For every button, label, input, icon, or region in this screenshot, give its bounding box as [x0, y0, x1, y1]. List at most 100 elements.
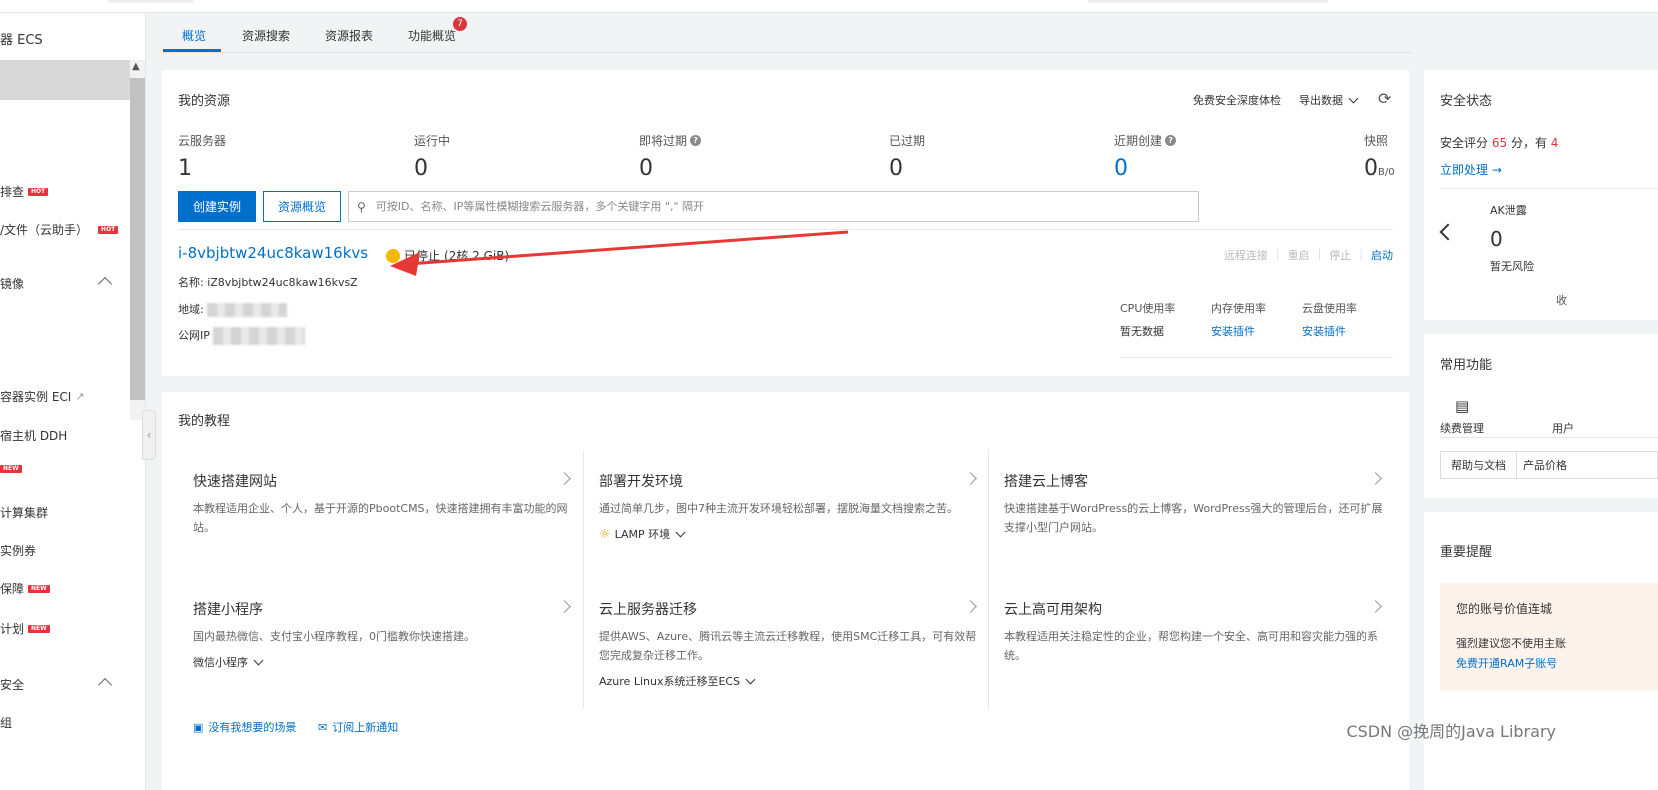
snapshot-stat[interactable]: 0B/0 — [1364, 156, 1395, 181]
chevron-up-icon — [97, 677, 113, 693]
tutorial-desc: 国内最热微信、支付宝小程序教程，0门槛教你快速搭建。 — [193, 630, 475, 643]
metric-value: 暂无数据 — [1120, 325, 1164, 338]
new-badge: NEW — [28, 624, 50, 633]
sidebar-title: 器 ECS — [0, 33, 43, 48]
stat-value[interactable]: 0 — [414, 156, 428, 181]
security-score-row: 安全评分 65 分，有 4 — [1440, 134, 1558, 151]
hot-badge: HOT — [28, 187, 49, 196]
sidebar-group-images[interactable]: 镜像 — [0, 275, 145, 292]
status-text: 已停止 — [404, 249, 441, 263]
resource-overview-button[interactable]: 资源概览 — [263, 191, 341, 222]
create-instance-button[interactable]: 创建实例 — [178, 191, 256, 222]
tutorial-sub-dropdown[interactable]: ☼ LAMP 环境 — [599, 526, 979, 542]
sidebar-item-new[interactable]: NEW — [0, 465, 22, 473]
sidebar-selected-item[interactable] — [0, 60, 130, 100]
tab-resource-report[interactable]: 资源报表 — [325, 27, 373, 44]
chevron-up-icon — [97, 276, 113, 292]
sidebar-item-ddh[interactable]: 宿主机 DDH — [0, 427, 67, 444]
stat-value[interactable]: 0 — [1114, 156, 1128, 181]
no-scene-link[interactable]: ▣ 没有我想要的场景 — [193, 719, 296, 735]
remote-connect-button[interactable]: 远程连接 — [1224, 247, 1268, 263]
sidebar: 器 ECS ▲ 排查 HOT /文件（云助手） HOT 镜像 容器实例 ECI … — [0, 13, 146, 790]
sidebar-item-label: 宿主机 DDH — [0, 429, 68, 443]
tutorial-item[interactable]: 云上高可用架构 本教程适用关注稳定性的企业，帮您构建一个安全、高可用和容灾能力强… — [1004, 599, 1384, 665]
stop-button[interactable]: 停止 — [1329, 247, 1351, 263]
install-plugin-link[interactable]: 安装插件 — [1211, 323, 1255, 339]
lamp-logo-icon: ☼ — [599, 526, 611, 542]
sidebar-item-cloud-assistant[interactable]: /文件（云助手） HOT — [0, 221, 119, 238]
product-price-tab[interactable]: 产品价格 — [1516, 451, 1658, 479]
stat-label: 即将过期 — [639, 134, 688, 148]
tutorial-item[interactable]: 部署开发环境 通过简单几步，图中7种主流开发环境轻松部署，摆脱海量文档搜索之苦。… — [599, 471, 979, 542]
stat-value[interactable]: 0 — [889, 156, 903, 181]
help-docs-tab[interactable]: 帮助与文档 — [1440, 451, 1517, 479]
install-plugin-link[interactable]: 安装插件 — [1302, 323, 1346, 339]
sidebar-item-guarantee[interactable]: 保障 NEW — [0, 580, 50, 597]
stat-label: 云服务器 — [178, 134, 227, 148]
instance-search[interactable]: ⚲ — [348, 191, 1199, 222]
subscribe-link[interactable]: ✉ 订阅上新通知 — [318, 719, 398, 735]
top-bar-global-search[interactable] — [1088, 0, 1328, 3]
tab-feature-overview[interactable]: 功能概览 — [408, 27, 456, 44]
score-extra: 4 — [1550, 136, 1559, 150]
region-label: 地域: — [178, 303, 204, 316]
help-icon[interactable]: ? — [1165, 135, 1177, 146]
sidebar-item-label: 计算集群 — [0, 506, 49, 520]
scroll-up-icon[interactable]: ▲ — [132, 61, 140, 72]
instance-search-input[interactable] — [375, 200, 1176, 213]
tutorial-sub-label: Azure Linux系统迁移至ECS — [599, 675, 741, 688]
chevron-left-icon[interactable] — [1439, 223, 1457, 241]
security-status-card: 安全状态 安全评分 65 分，有 4 立即处理 → AK泄露 0 暂无风险 收 — [1424, 70, 1658, 320]
start-button[interactable]: 启动 — [1371, 247, 1393, 263]
stat-value[interactable]: 0 — [639, 156, 653, 181]
notice-box: 您的账号价值连城 强烈建议您不使用主账 免费开通RAM子账号 — [1440, 583, 1658, 691]
metric-label: 云盘使用率 — [1302, 302, 1357, 315]
refresh-icon[interactable]: ⟳ — [1378, 89, 1391, 108]
sidebar-item-plan[interactable]: 计划 NEW — [0, 620, 50, 637]
tutorial-sub-dropdown[interactable]: 微信小程序 — [193, 654, 573, 670]
divider — [1120, 357, 1393, 358]
free-security-check-link[interactable]: 免费安全深度体检 — [1193, 92, 1281, 108]
name-label: 名称: — [178, 276, 204, 289]
tutorial-title: 搭建小程序 — [193, 602, 263, 618]
help-icon[interactable]: ? — [690, 135, 702, 146]
sidebar-item-group[interactable]: 组 — [0, 714, 12, 731]
tutorial-item[interactable]: 搭建云上博客 快速搭建基于WordPress的云上博客，WordPress强大的… — [1004, 471, 1384, 537]
tab-resource-search[interactable]: 资源搜索 — [242, 27, 290, 44]
top-bar-search-box[interactable] — [108, 0, 193, 3]
divider — [178, 229, 1393, 230]
sidebar-item-voucher[interactable]: 实例券 — [0, 542, 36, 559]
tab-active-indicator — [163, 49, 221, 52]
sidebar-item-label: /文件（云助手） — [0, 223, 89, 237]
sidebar-group-security[interactable]: 安全 — [0, 676, 145, 693]
restart-button[interactable]: 重启 — [1288, 247, 1310, 263]
instance-id-link[interactable]: i-8vbjbtw24uc8kaw16kvs — [178, 244, 368, 262]
card-title: 我的资源 — [178, 94, 231, 109]
sidebar-scroll-thumb[interactable] — [130, 78, 145, 400]
renewal-management-link[interactable]: 续费管理 — [1440, 420, 1484, 436]
sidebar-collapse-handle[interactable]: ‹ — [142, 410, 156, 460]
security-score: 65 — [1491, 136, 1508, 150]
sidebar-item-troubleshoot[interactable]: 排查 HOT — [0, 183, 49, 200]
sidebar-item-cluster[interactable]: 计算集群 — [0, 504, 48, 521]
separator: | — [1317, 247, 1322, 260]
sidebar-item-eci[interactable]: 容器实例 ECI ↗ — [0, 388, 85, 405]
ram-subaccount-link[interactable]: 免费开通RAM子账号 — [1456, 655, 1557, 671]
tutorial-item[interactable]: 云上服务器迁移 提供AWS、Azure、腾讯云等主流云迁移教程，使用SMC迁移工… — [599, 599, 979, 689]
tutorial-sub-dropdown[interactable]: Azure Linux系统迁移至ECS — [599, 673, 979, 689]
tab-count-badge: 7 — [453, 17, 467, 31]
card-title: 重要提醒 — [1440, 545, 1493, 560]
tutorial-item[interactable]: 搭建小程序 国内最热微信、支付宝小程序教程，0门槛教你快速搭建。 微信小程序 — [193, 599, 573, 670]
no-scene-label: 没有我想要的场景 — [208, 721, 297, 734]
tutorial-item[interactable]: 快速搭建网站 本教程适用企业、个人，基于开源的PbootCMS，快速搭建拥有丰富… — [193, 471, 573, 537]
stat-value[interactable]: 1 — [178, 156, 192, 181]
collapse-label[interactable]: 收 — [1556, 292, 1567, 308]
handle-now-link[interactable]: 立即处理 → — [1440, 161, 1502, 178]
tab-overview[interactable]: 概览 — [182, 27, 206, 44]
tutorial-sub-label: LAMP 环境 — [614, 528, 671, 541]
card-title: 常用功能 — [1440, 358, 1493, 373]
ak-leak-value[interactable]: 0 — [1490, 227, 1503, 251]
user-link[interactable]: 用户 — [1552, 420, 1574, 436]
export-data-dropdown[interactable]: 导出数据 — [1299, 92, 1359, 108]
sidebar-item-label: 镜像 — [0, 277, 25, 291]
